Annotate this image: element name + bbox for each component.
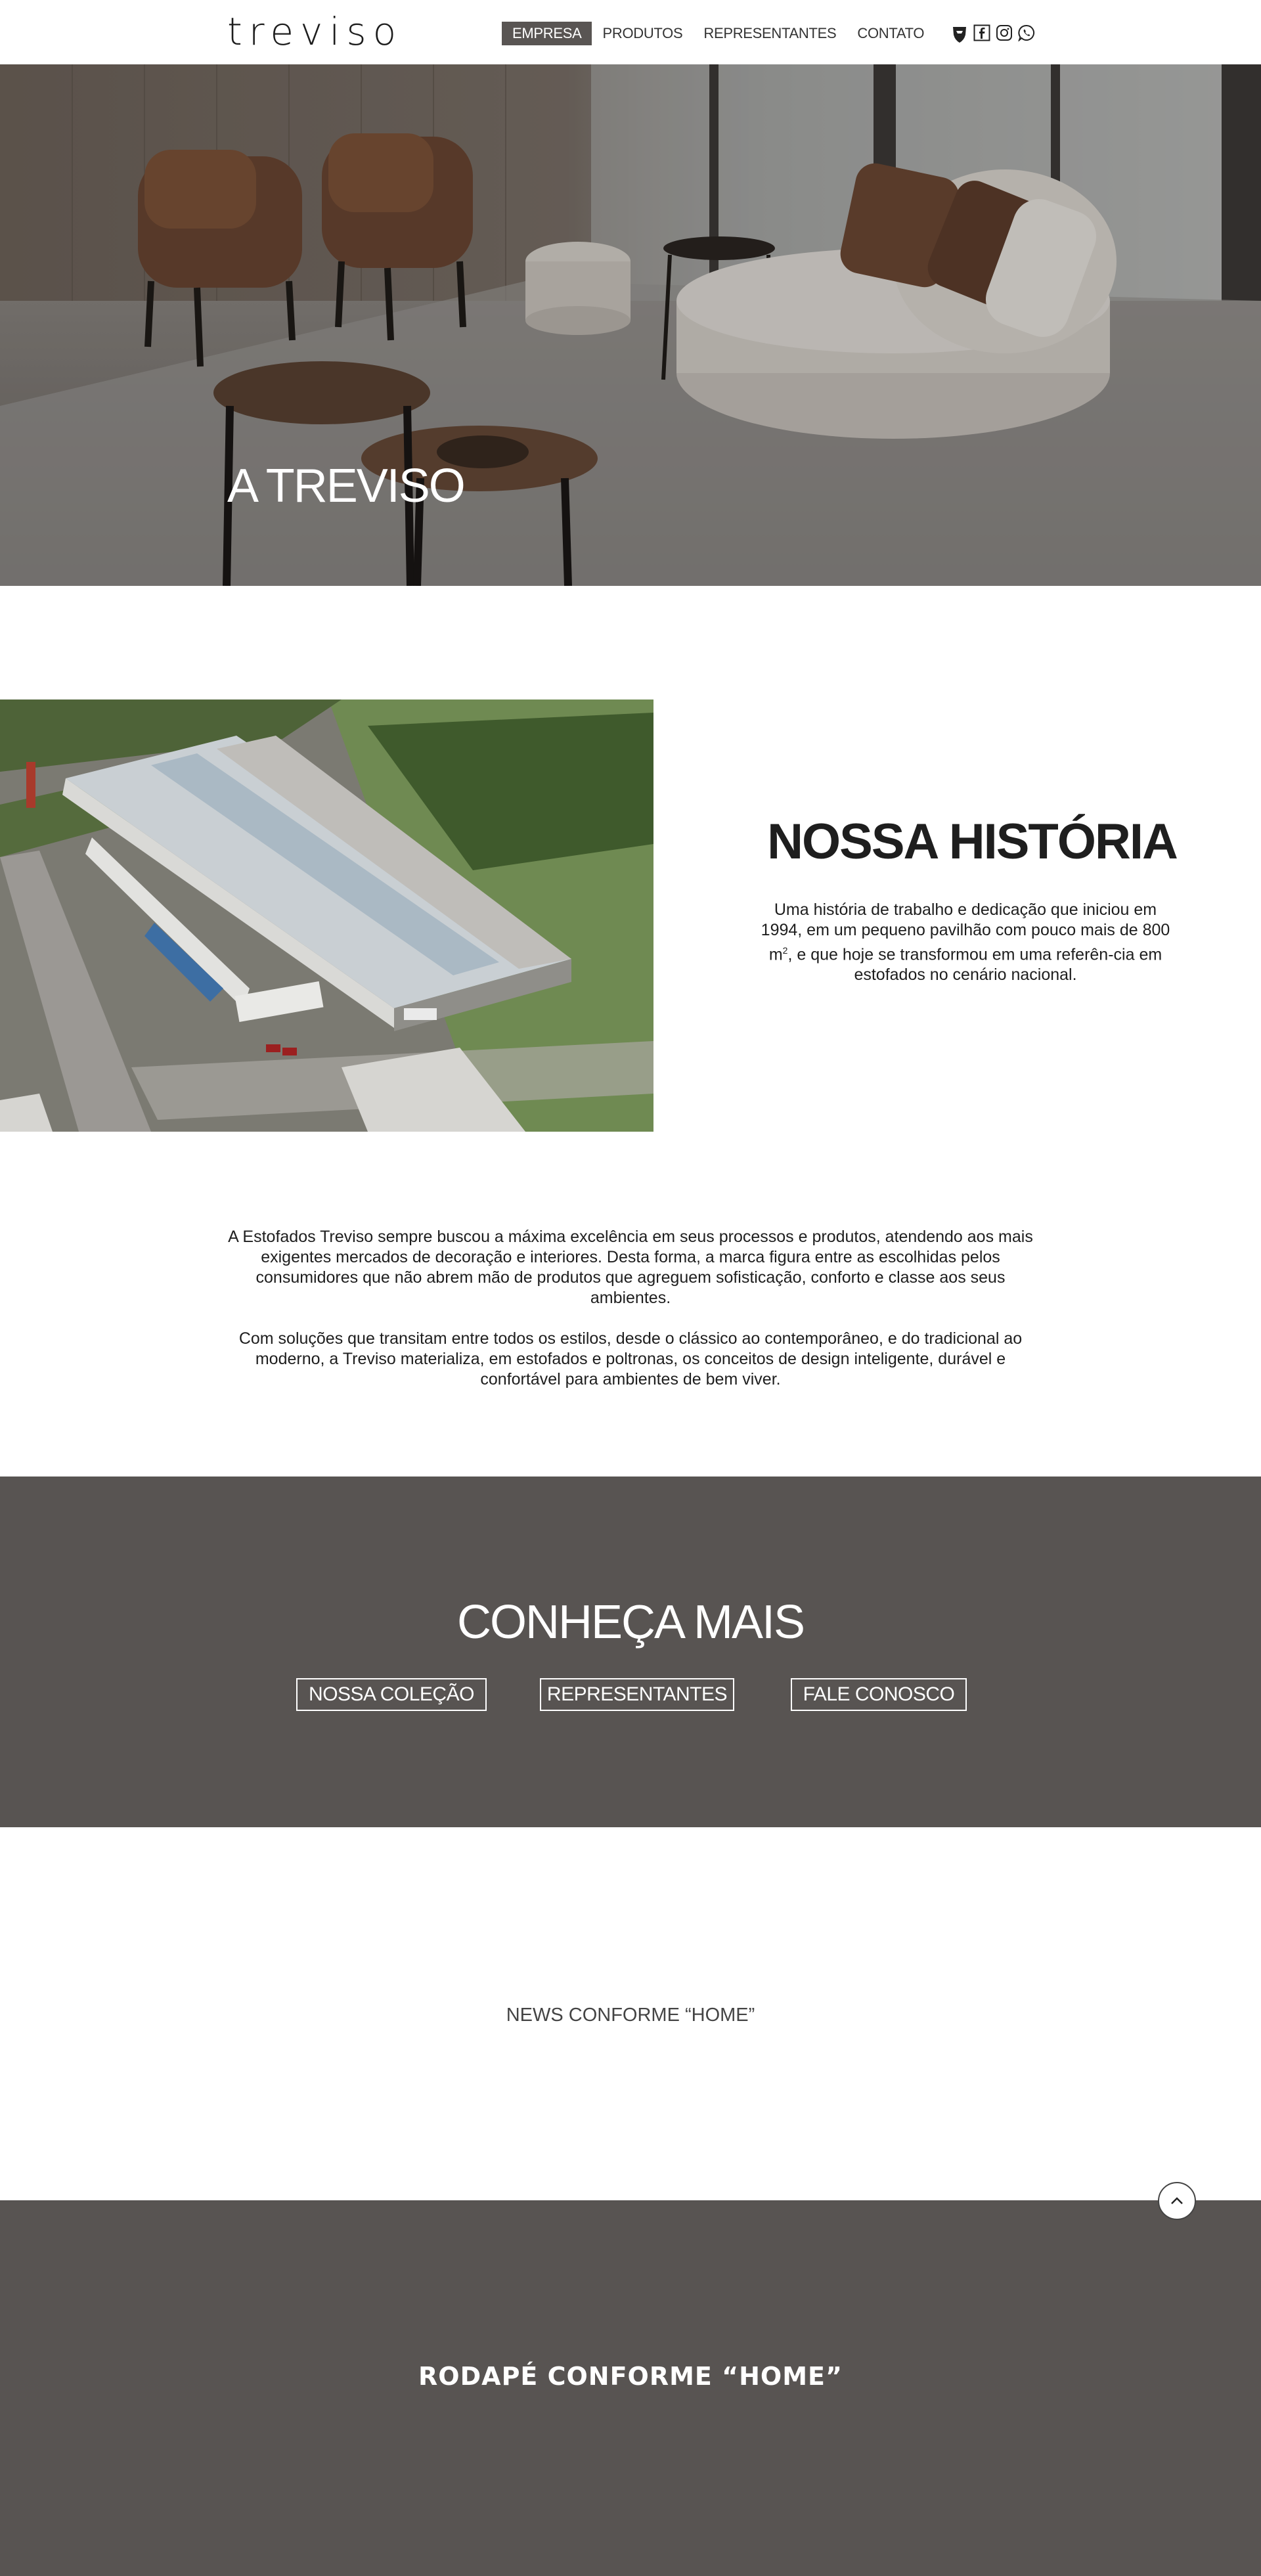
representatives-button[interactable]: REPRESENTANTES [540, 1678, 734, 1711]
footer-placeholder: RODAPÉ CONFORME “HOME” [418, 2362, 843, 2391]
shield-logo-icon[interactable] [951, 24, 968, 43]
whatsapp-icon[interactable] [1017, 24, 1035, 43]
nav-item-produtos[interactable]: PRODUTOS [592, 22, 693, 45]
nav-item-representantes[interactable]: REPRESENTANTES [693, 22, 847, 45]
news-placeholder: NEWS CONFORME “HOME” [506, 2005, 755, 2026]
back-to-top-button[interactable] [1158, 2182, 1196, 2220]
site-footer: RODAPÉ CONFORME “HOME” [0, 2200, 1261, 2576]
history-title: NOSSA HISTÓRIA [767, 814, 1178, 870]
instagram-icon[interactable] [996, 24, 1013, 41]
contact-us-button[interactable]: FALE CONOSCO [791, 1678, 967, 1711]
nav-item-contato[interactable]: CONTATO [847, 22, 935, 45]
about-paragraph-1: A Estofados Treviso sempre buscou a máxi… [228, 1228, 1033, 1307]
history-text-end: , e que hoje se transformou em uma refer… [787, 945, 1162, 985]
hero-title: A TREVISO [227, 460, 466, 512]
treviso-logo[interactable]: treviso [227, 12, 403, 51]
hero-living-room-image [0, 64, 1261, 586]
chevron-up-icon [1171, 2197, 1183, 2204]
main-nav: EMPRESA PRODUTOS REPRESENTANTES CONTATO [502, 22, 935, 45]
our-collection-button[interactable]: NOSSA COLEÇÃO [296, 1678, 487, 1711]
about-paragraph-2: Com soluções que transitam entre todos o… [238, 1329, 1023, 1388]
factory-aerial-image [0, 700, 653, 1132]
know-more-section: CONHEÇA MAIS NOSSA COLEÇÃO REPRESENTANTE… [0, 1477, 1261, 1827]
site-header: treviso EMPRESA PRODUTOS REPRESENTANTES … [0, 0, 1261, 64]
history-text: Uma história de trabalho e dedicação que… [755, 900, 1176, 985]
social-links [951, 24, 1035, 43]
know-more-title: CONHEÇA MAIS [456, 1596, 805, 1649]
nav-item-empresa[interactable]: EMPRESA [502, 22, 592, 45]
facebook-icon[interactable] [973, 24, 990, 41]
hero-banner: A TREVISO [0, 64, 1261, 586]
about-text: A Estofados Treviso sempre buscou a máxi… [223, 1227, 1038, 1390]
